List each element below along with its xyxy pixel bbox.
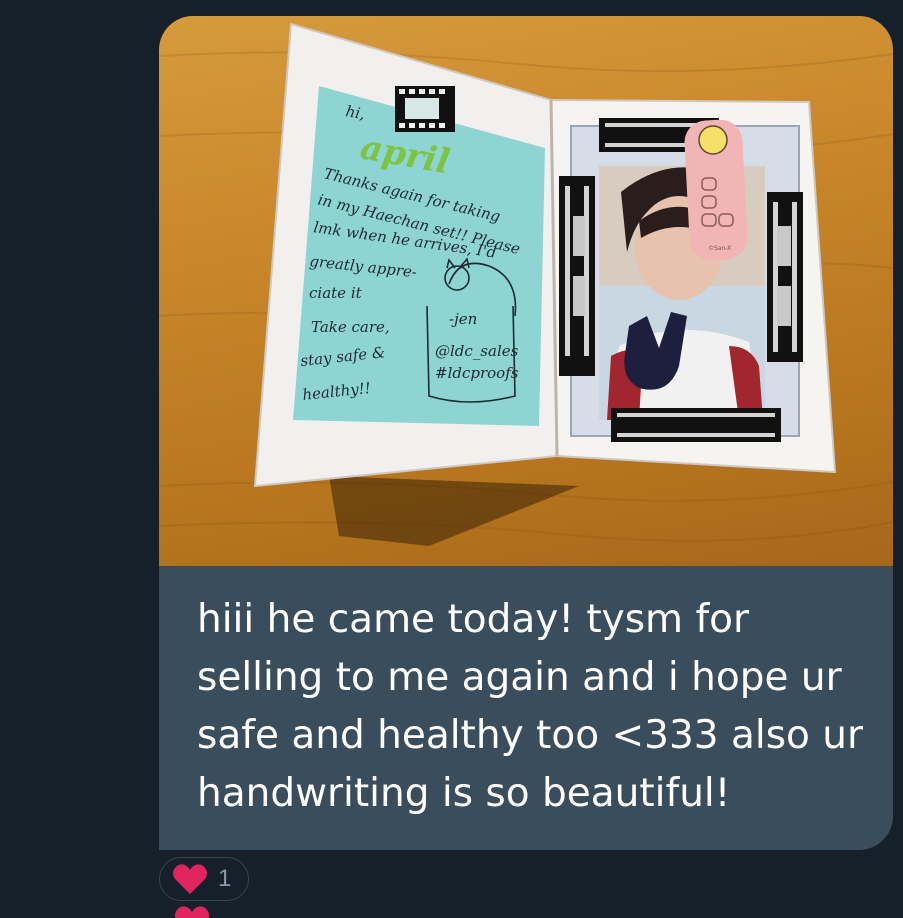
bee-sticker-icon [698, 125, 728, 155]
heart-icon-partial [174, 905, 210, 918]
note-line-10: @ldc_sales [435, 342, 519, 360]
note-line-6: ciate it [309, 284, 363, 302]
message-bubble[interactable]: april hi, Thanks again for taking in my … [159, 16, 893, 850]
photo-illustration: april hi, Thanks again for taking in my … [159, 22, 893, 546]
message-text: hiii he came today! tysm for selling to … [197, 597, 864, 816]
dm-conversation: april hi, Thanks again for taking in my … [0, 0, 903, 918]
reaction-count: 1 [218, 865, 232, 892]
heart-reaction-button[interactable]: 1 [159, 857, 249, 901]
heart-icon [172, 863, 208, 895]
note-line-12: #ldcproofs [435, 364, 519, 382]
bookmark-label: ©San-X [708, 245, 731, 252]
message-photo[interactable]: april hi, Thanks again for taking in my … [159, 16, 893, 566]
note-line-7: Take care, [311, 318, 390, 336]
note-line-0: hi, [344, 102, 366, 123]
note-line-8: -jen [449, 310, 477, 328]
